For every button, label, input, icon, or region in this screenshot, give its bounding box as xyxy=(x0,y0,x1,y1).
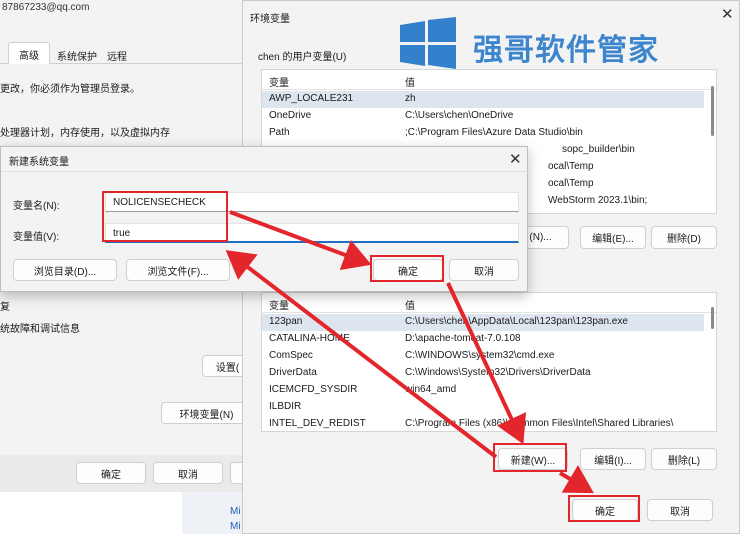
list-item[interactable]: CATALINA-HOME D:\apache-tomcat-7.0.108 xyxy=(262,331,704,348)
windows-logo-icon xyxy=(400,17,456,69)
list-item[interactable]: INTEL_DEV_REDIST C:\Program Files (x86)\C… xyxy=(262,416,704,431)
var-value: C:\Program Files (x86)\Common Files\Inte… xyxy=(405,418,674,429)
col-variable: 变量 xyxy=(269,78,289,89)
list-header: 变量 值 xyxy=(262,70,716,90)
new-system-variable-dialog: 新建系统变量 ✕ 变量名(N): NOLICENSECHECK 变量值(V): … xyxy=(0,146,529,292)
list-item[interactable]: OneDrive C:\Users\chen\OneDrive xyxy=(262,108,704,125)
var-name: CATALINA-HOME xyxy=(269,333,350,344)
title-separator xyxy=(1,171,529,172)
var-name: ICEMCFD_SYSDIR xyxy=(269,384,358,395)
list-item[interactable]: 123pan C:\Users\chen\AppData\Local\123pan… xyxy=(262,314,704,331)
var-value: C:\Users\chen\AppData\Local\123pan\123pa… xyxy=(405,316,628,327)
list-item[interactable]: ILBDIR xyxy=(262,399,704,416)
highlight-new-var-ok xyxy=(370,255,444,282)
user-delete-button[interactable]: 删除(D) xyxy=(651,226,717,249)
browse-directory-button[interactable]: 浏览目录(D)... xyxy=(13,259,117,281)
watermark-text: 强哥软件管家 xyxy=(473,34,659,67)
scrollbar[interactable] xyxy=(711,307,714,329)
browse-file-button[interactable]: 浏览文件(F)... xyxy=(126,259,230,281)
col-value: 值 xyxy=(405,78,415,89)
startup-heading: 复 xyxy=(0,302,10,313)
highlight-system-new xyxy=(493,443,567,472)
sys-cancel-button[interactable]: 取消 xyxy=(153,462,223,484)
var-value: D:\apache-tomcat-7.0.108 xyxy=(405,333,521,344)
var-name: Path xyxy=(269,127,290,138)
tab-remote[interactable]: 远程 xyxy=(107,48,127,63)
variable-name-label: 变量名(N): xyxy=(13,201,60,212)
startup-desc: 统故障和调试信息 xyxy=(0,324,80,335)
admin-note: 更改，你必须作为管理员登录。 xyxy=(0,84,140,95)
sys-ok-button[interactable]: 确定 xyxy=(76,462,146,484)
highlight-variable-inputs xyxy=(102,191,228,242)
tab-advanced[interactable]: 高级 xyxy=(8,42,50,64)
dialog-title: 新建系统变量 xyxy=(9,157,69,168)
variable-value-label: 变量值(V): xyxy=(13,232,60,243)
var-name: ILBDIR xyxy=(269,401,302,412)
list-item[interactable]: Path ;C:\Program Files\Azure Data Studio\… xyxy=(262,125,704,142)
var-value: sopc_builder\bin xyxy=(562,144,635,155)
var-name: INTEL_DEV_REDIST xyxy=(269,418,366,429)
list-header: 变量 值 xyxy=(262,293,716,313)
background-text-1: Mi xyxy=(230,506,241,517)
system-edit-button[interactable]: 编辑(I)... xyxy=(580,448,646,470)
performance-desc: 处理器计划，内存使用，以及虚拟内存 xyxy=(0,128,170,139)
var-value: zh xyxy=(405,93,416,104)
col-value: 值 xyxy=(405,301,415,312)
var-value: C:\Windows\System32\Drivers\DriverData xyxy=(405,367,591,378)
dialog-title: 环境变量 xyxy=(250,14,290,25)
list-item[interactable]: AWP_LOCALE231 zh xyxy=(262,91,704,108)
var-name: OneDrive xyxy=(269,110,312,121)
var-value: win64_amd xyxy=(405,384,457,395)
tab-system-protection[interactable]: 系统保护 xyxy=(57,48,97,63)
var-value: ;C:\Program Files\Azure Data Studio\bin xyxy=(405,127,583,138)
user-vars-label: chen 的用户变量(U) xyxy=(258,52,347,63)
scrollbar[interactable] xyxy=(711,86,714,136)
account-email: 87867233@qq.com xyxy=(2,2,90,13)
var-name: ComSpec xyxy=(269,350,313,361)
var-value: WebStorm 2023.1\bin; xyxy=(548,195,648,206)
watermark: 强哥软件管家 xyxy=(398,15,668,73)
env-cancel-button[interactable]: 取消 xyxy=(647,499,713,521)
var-name: 123pan xyxy=(269,316,303,327)
highlight-env-ok xyxy=(568,495,640,522)
list-item[interactable]: DriverData C:\Windows\System32\Drivers\Dr… xyxy=(262,365,704,382)
var-value: ocal\Temp xyxy=(548,178,594,189)
close-icon[interactable]: ✕ xyxy=(509,150,522,168)
var-name: DriverData xyxy=(269,367,317,378)
environment-variables-button[interactable]: 环境变量(N) xyxy=(161,402,251,424)
var-value: C:\WINDOWS\system32\cmd.exe xyxy=(405,350,555,361)
close-icon[interactable]: ✕ xyxy=(721,5,734,23)
list-item[interactable]: ComSpec C:\WINDOWS\system32\cmd.exe xyxy=(262,348,704,365)
var-name: AWP_LOCALE231 xyxy=(269,93,354,104)
col-variable: 变量 xyxy=(269,301,289,312)
user-edit-button[interactable]: 编辑(E)... xyxy=(580,226,646,249)
var-value: C:\Users\chen\OneDrive xyxy=(405,110,514,121)
list-item[interactable]: ICEMCFD_SYSDIR win64_amd xyxy=(262,382,704,399)
system-variables-list[interactable]: 变量 值 123pan C:\Users\chen\AppData\Local\1… xyxy=(261,292,717,432)
var-value: ocal\Temp xyxy=(548,161,594,172)
system-delete-button[interactable]: 删除(L) xyxy=(651,448,717,470)
background-text-2: Mi xyxy=(230,521,241,532)
new-var-cancel-button[interactable]: 取消 xyxy=(449,259,519,281)
